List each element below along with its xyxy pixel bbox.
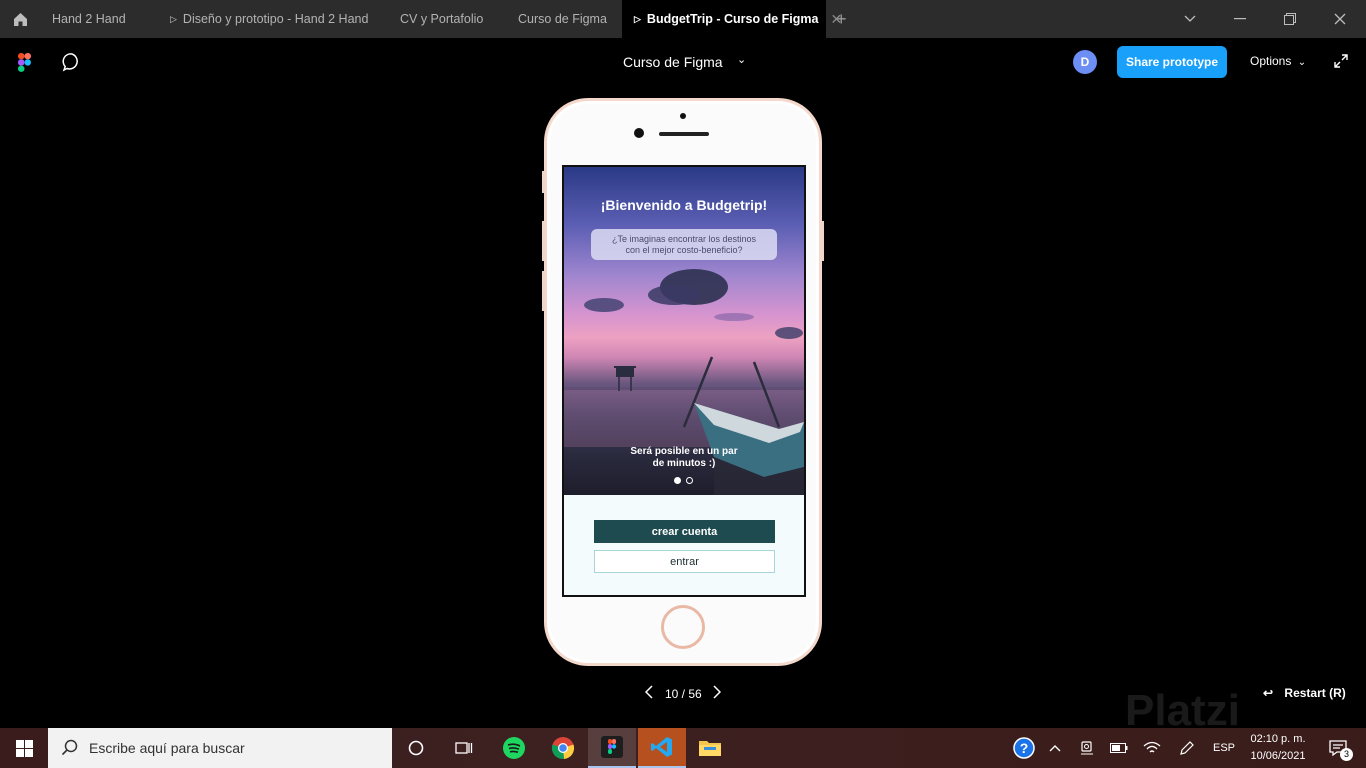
cortana-icon[interactable]	[392, 728, 440, 768]
subtitle-line: ¿Te imaginas encontrar los destinos	[611, 234, 757, 244]
phone-speaker	[659, 132, 709, 136]
login-button[interactable]: entrar	[594, 550, 775, 573]
language-indicator[interactable]: ESP	[1208, 728, 1240, 768]
play-icon: ▷	[634, 13, 641, 24]
phone-volume-up-button	[542, 221, 545, 261]
document-title[interactable]: Curso de Figma	[623, 54, 723, 70]
tab-cv-portafolio[interactable]: CV y Portafolio	[388, 0, 506, 38]
wifi-icon[interactable]	[1140, 728, 1164, 768]
restore-window-icon[interactable]	[1266, 0, 1314, 38]
options-label: Options	[1250, 54, 1292, 68]
figma-logo-icon[interactable]	[18, 53, 31, 77]
vscode-icon[interactable]	[638, 728, 686, 768]
battery-icon[interactable]	[1107, 728, 1131, 768]
avatar[interactable]: D	[1073, 50, 1097, 74]
carousel-dot-active[interactable]	[674, 477, 681, 484]
search-placeholder: Escribe aquí para buscar	[89, 740, 245, 756]
phone-power-button	[821, 221, 824, 261]
chevron-right-icon[interactable]	[713, 685, 722, 702]
windows-taskbar: Escribe aquí para buscar ? ESP 02:10 p. …	[0, 728, 1366, 768]
phone-volume-down-button	[542, 271, 545, 311]
phone-camera	[634, 128, 644, 138]
subtitle-line: con el mejor costo-beneficio?	[625, 245, 743, 255]
prototype-toolbar: Curso de Figma ⌄ D Share prototype Optio…	[0, 38, 1366, 88]
spotify-icon[interactable]	[490, 728, 538, 768]
carousel-dot[interactable]	[686, 477, 693, 484]
options-button[interactable]: Options ⌄	[1250, 54, 1306, 68]
restart-button[interactable]: ↩ Restart (R)	[1263, 686, 1346, 700]
chevron-up-icon[interactable]	[1043, 728, 1067, 768]
task-view-icon[interactable]	[440, 728, 488, 768]
tab-label: CV y Portafolio	[400, 12, 484, 26]
home-icon	[13, 12, 27, 26]
tab-bar: Hand 2 Hand ▷ Diseño y prototipo - Hand …	[0, 0, 1366, 38]
frame-pager: 10 / 56	[640, 684, 730, 704]
restart-label: Restart (R)	[1284, 686, 1346, 700]
iphone-frame: ¡Bienvenido a Budgetrip! ¿Te imaginas en…	[542, 98, 824, 666]
home-button[interactable]	[0, 0, 40, 38]
taskbar-search-input[interactable]: Escribe aquí para buscar	[48, 728, 392, 768]
play-icon: ▷	[170, 13, 177, 24]
tab-label: BudgetTrip - Curso de Figma	[646, 12, 819, 26]
tab-label: Hand 2 Hand	[52, 12, 126, 26]
tab-budgettrip[interactable]: ▷ BudgetTrip - Curso de Figma ✕	[622, 0, 842, 38]
tab-curso-figma[interactable]: Curso de Figma	[506, 0, 622, 38]
share-prototype-button[interactable]: Share prototype	[1117, 46, 1227, 78]
minimize-icon[interactable]	[1216, 0, 1264, 38]
file-explorer-icon[interactable]	[686, 728, 734, 768]
close-window-icon[interactable]	[1316, 0, 1364, 38]
clock-date: 10/06/2021	[1250, 750, 1306, 762]
hero-image: ¡Bienvenido a Budgetrip! ¿Te imaginas en…	[564, 167, 804, 495]
camera-tray-icon[interactable]	[1075, 728, 1099, 768]
caption-line: de minutos :)	[652, 458, 716, 469]
chrome-icon[interactable]	[539, 728, 587, 768]
notification-badge: 3	[1340, 748, 1353, 761]
windows-logo-icon	[15, 739, 33, 757]
taskbar-clock[interactable]: 02:10 p. m. 10/06/2021	[1240, 731, 1316, 765]
create-account-button[interactable]: crear cuenta	[594, 520, 775, 543]
prototype-screen[interactable]: ¡Bienvenido a Budgetrip! ¿Te imaginas en…	[562, 165, 806, 597]
chevron-left-icon[interactable]	[644, 685, 653, 702]
phone-sensor	[680, 113, 686, 119]
caption-line: Será posible en un par	[630, 446, 738, 457]
expand-icon[interactable]	[1333, 53, 1349, 74]
help-icon[interactable]: ?	[1012, 728, 1036, 768]
tab-hand-2-hand[interactable]: Hand 2 Hand	[40, 0, 158, 38]
welcome-title: ¡Bienvenido a Budgetrip!	[600, 197, 768, 213]
chevron-down-icon: ⌄	[1297, 57, 1307, 68]
chevron-down-icon[interactable]: ⌄	[737, 53, 746, 66]
clock-time: 02:10 p. m.	[1250, 733, 1306, 745]
close-tab-icon[interactable]: ✕	[830, 11, 842, 28]
svg-text:?: ?	[1020, 740, 1029, 756]
phone-side-button	[542, 171, 545, 193]
tab-label: Curso de Figma	[518, 12, 607, 26]
tab-dropdown-icon[interactable]	[1166, 0, 1214, 38]
restart-arrow-icon: ↩	[1263, 686, 1274, 700]
figma-taskbar-icon[interactable]	[588, 728, 636, 768]
tab-diseno-prototipo[interactable]: ▷ Diseño y prototipo - Hand 2 Hand	[158, 0, 388, 38]
comment-icon[interactable]	[62, 52, 82, 77]
windows-start-button[interactable]	[0, 728, 48, 768]
tab-label: Diseño y prototipo - Hand 2 Hand	[182, 12, 369, 26]
carousel-caption: Será posible en un par de minutos :)	[616, 446, 752, 470]
welcome-subtitle: ¿Te imaginas encontrar los destinos con …	[591, 229, 777, 260]
phone-home-button	[661, 605, 705, 649]
page-indicator: 10 / 56	[665, 687, 702, 701]
notifications-icon[interactable]: 3	[1320, 728, 1356, 768]
search-icon	[61, 739, 78, 756]
pen-icon[interactable]	[1175, 728, 1199, 768]
